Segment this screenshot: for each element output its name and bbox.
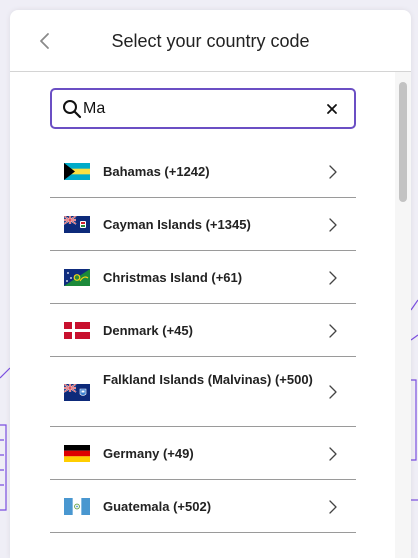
search-icon — [63, 100, 82, 119]
country-name: Guatemala (+502) — [103, 499, 212, 514]
chevron-right-icon — [329, 271, 337, 285]
country-name: Cayman Islands (+1345) — [103, 217, 251, 232]
country-name: Denmark (+45) — [103, 323, 193, 338]
country-row-bahamas[interactable]: Bahamas (+1242) — [50, 146, 356, 198]
scrollbar-thumb[interactable] — [399, 82, 407, 202]
country-name: Christmas Island (+61) — [103, 270, 243, 285]
close-icon — [327, 104, 337, 114]
chevron-right-icon — [329, 500, 337, 514]
country-row-germany[interactable]: Germany (+49) — [50, 427, 356, 480]
country-row-cayman-islands[interactable]: Cayman Islands (+1345) — [50, 198, 356, 251]
denmark-flag-icon — [64, 322, 90, 339]
country-search — [50, 88, 356, 129]
falkland-islands-flag-icon — [64, 384, 90, 401]
chevron-right-icon — [329, 165, 337, 179]
list-scrollbar[interactable] — [395, 72, 411, 558]
country-row-christmas-island[interactable]: Christmas Island (+61) — [50, 251, 356, 304]
chevron-right-icon — [329, 324, 337, 338]
country-name: Falkland Islands (Malvinas) (+500) — [103, 372, 313, 387]
country-row-denmark[interactable]: Denmark (+45) — [50, 304, 356, 357]
country-row-falkland-islands[interactable]: Falkland Islands (Malvinas) (+500) — [50, 357, 356, 427]
dialog-header: Select your country code — [10, 10, 411, 72]
country-name: Bahamas (+1242) — [103, 164, 210, 179]
country-code-dialog: Select your country code Bahamas (+1242) — [10, 10, 411, 558]
page-title: Select your country code — [111, 31, 310, 51]
clear-search-button[interactable] — [322, 99, 342, 119]
chevron-right-icon — [329, 385, 337, 399]
country-list: Bahamas (+1242) Cayman Islands (+1345) C… — [50, 146, 356, 533]
christmas-island-flag-icon — [64, 269, 90, 286]
cayman-islands-flag-icon — [64, 216, 90, 233]
country-row-guatemala[interactable]: Guatemala (+502) — [50, 480, 356, 533]
country-name: Germany (+49) — [103, 446, 194, 461]
germany-flag-icon — [64, 445, 90, 462]
chevron-right-icon — [329, 218, 337, 232]
search-input[interactable] — [83, 98, 313, 120]
bahamas-flag-icon — [64, 163, 90, 180]
guatemala-flag-icon — [64, 498, 90, 515]
chevron-right-icon — [329, 447, 337, 461]
